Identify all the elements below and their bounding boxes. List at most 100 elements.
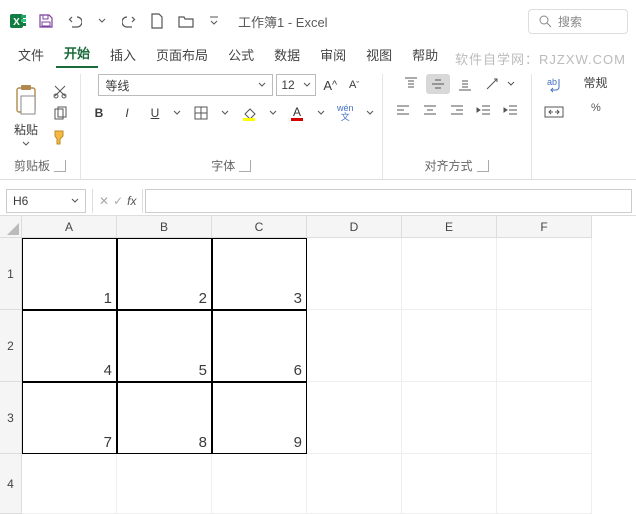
- qat-customize-icon[interactable]: [204, 11, 224, 31]
- wrap-text-icon[interactable]: ab: [540, 74, 568, 96]
- cell[interactable]: [212, 454, 307, 514]
- paste-icon[interactable]: [8, 82, 44, 118]
- phonetic-icon[interactable]: wén文: [333, 102, 358, 124]
- align-left-icon[interactable]: [391, 100, 415, 120]
- alignment-launcher-icon[interactable]: [477, 160, 489, 172]
- column-header[interactable]: B: [117, 216, 212, 238]
- save-icon[interactable]: [34, 11, 58, 31]
- underline-button[interactable]: U: [145, 103, 165, 123]
- cell[interactable]: 7: [22, 382, 117, 454]
- formula-bar[interactable]: [145, 189, 632, 213]
- column-header[interactable]: E: [402, 216, 497, 238]
- cell[interactable]: [117, 454, 212, 514]
- cell[interactable]: [307, 310, 402, 382]
- align-middle-icon[interactable]: [426, 74, 450, 94]
- font-launcher-icon[interactable]: [239, 160, 251, 172]
- cell[interactable]: 1: [22, 238, 117, 310]
- svg-text:ab: ab: [547, 77, 557, 87]
- increase-font-icon[interactable]: A^: [319, 75, 341, 95]
- cell[interactable]: 8: [117, 382, 212, 454]
- enter-formula-icon[interactable]: ✓: [113, 194, 123, 208]
- align-top-icon[interactable]: [399, 74, 423, 94]
- font-color-icon[interactable]: A: [285, 103, 309, 123]
- column-header[interactable]: A: [22, 216, 117, 238]
- align-bottom-icon[interactable]: [453, 74, 477, 94]
- font-name-combo[interactable]: 等线: [98, 74, 273, 96]
- cell[interactable]: 4: [22, 310, 117, 382]
- font-size-combo[interactable]: 12: [276, 74, 316, 96]
- borders-icon[interactable]: [189, 103, 213, 123]
- borders-dropdown-icon[interactable]: [221, 110, 229, 116]
- undo-icon[interactable]: [64, 11, 86, 31]
- cell[interactable]: [402, 382, 497, 454]
- fx-icon[interactable]: fx: [127, 194, 136, 208]
- cell[interactable]: [307, 382, 402, 454]
- open-file-icon[interactable]: [174, 11, 198, 31]
- fill-color-icon[interactable]: [237, 103, 261, 123]
- align-center-icon[interactable]: [418, 100, 442, 120]
- phonetic-dropdown-icon[interactable]: [366, 110, 374, 116]
- row-header[interactable]: 2: [0, 310, 22, 382]
- tab-data[interactable]: 数据: [266, 41, 308, 68]
- cell-grid[interactable]: 123 456 789: [22, 238, 592, 514]
- name-box[interactable]: H6: [6, 189, 86, 213]
- quick-access-toolbar: X: [8, 11, 224, 31]
- font-color-dropdown-icon[interactable]: [317, 110, 325, 116]
- cell[interactable]: 2: [117, 238, 212, 310]
- number-format-combo[interactable]: 常规: [584, 74, 608, 91]
- tab-view[interactable]: 视图: [358, 41, 400, 68]
- row-header[interactable]: 3: [0, 382, 22, 454]
- tab-file[interactable]: 文件: [10, 41, 52, 68]
- new-file-icon[interactable]: [146, 11, 168, 31]
- group-wrap: ab: [532, 74, 576, 179]
- row-header[interactable]: 4: [0, 454, 22, 514]
- tab-formulas[interactable]: 公式: [220, 41, 262, 68]
- fill-dropdown-icon[interactable]: [269, 110, 277, 116]
- currency-icon[interactable]: %: [584, 97, 608, 117]
- select-all-triangle[interactable]: [0, 216, 22, 238]
- bold-button[interactable]: B: [89, 103, 109, 123]
- excel-app-icon: X: [8, 11, 28, 31]
- increase-indent-icon[interactable]: [499, 100, 523, 120]
- tab-help[interactable]: 帮助: [404, 41, 446, 68]
- cell[interactable]: [497, 382, 592, 454]
- underline-dropdown-icon[interactable]: [173, 110, 181, 116]
- cell[interactable]: [497, 454, 592, 514]
- cell[interactable]: [402, 454, 497, 514]
- decrease-font-icon[interactable]: Aˇ: [344, 75, 364, 95]
- align-right-icon[interactable]: [445, 100, 469, 120]
- merge-center-icon[interactable]: [540, 102, 568, 122]
- copy-icon[interactable]: [48, 104, 72, 124]
- tab-layout[interactable]: 页面布局: [148, 41, 216, 68]
- cancel-formula-icon[interactable]: ✕: [99, 194, 109, 208]
- tab-insert[interactable]: 插入: [102, 41, 144, 68]
- column-header[interactable]: D: [307, 216, 402, 238]
- cell[interactable]: 5: [117, 310, 212, 382]
- cell[interactable]: [307, 238, 402, 310]
- cell[interactable]: [497, 310, 592, 382]
- orientation-dropdown-icon[interactable]: [507, 81, 515, 87]
- tab-home[interactable]: 开始: [56, 39, 98, 68]
- tab-review[interactable]: 审阅: [312, 41, 354, 68]
- cell[interactable]: 6: [212, 310, 307, 382]
- cell[interactable]: 9: [212, 382, 307, 454]
- cell[interactable]: [497, 238, 592, 310]
- cell[interactable]: [402, 238, 497, 310]
- cell[interactable]: 3: [212, 238, 307, 310]
- cell[interactable]: [402, 310, 497, 382]
- paste-dropdown-icon[interactable]: [22, 141, 30, 147]
- format-painter-icon[interactable]: [48, 127, 72, 147]
- undo-dropdown-icon[interactable]: [92, 11, 112, 31]
- search-box[interactable]: 搜索: [528, 9, 628, 34]
- orientation-icon[interactable]: [480, 74, 504, 94]
- cell[interactable]: [22, 454, 117, 514]
- decrease-indent-icon[interactable]: [472, 100, 496, 120]
- row-header[interactable]: 1: [0, 238, 22, 310]
- italic-button[interactable]: I: [117, 103, 137, 123]
- cell[interactable]: [307, 454, 402, 514]
- column-header[interactable]: C: [212, 216, 307, 238]
- redo-icon[interactable]: [118, 11, 140, 31]
- cut-icon[interactable]: [48, 81, 72, 101]
- clipboard-launcher-icon[interactable]: [54, 160, 66, 172]
- column-header[interactable]: F: [497, 216, 592, 238]
